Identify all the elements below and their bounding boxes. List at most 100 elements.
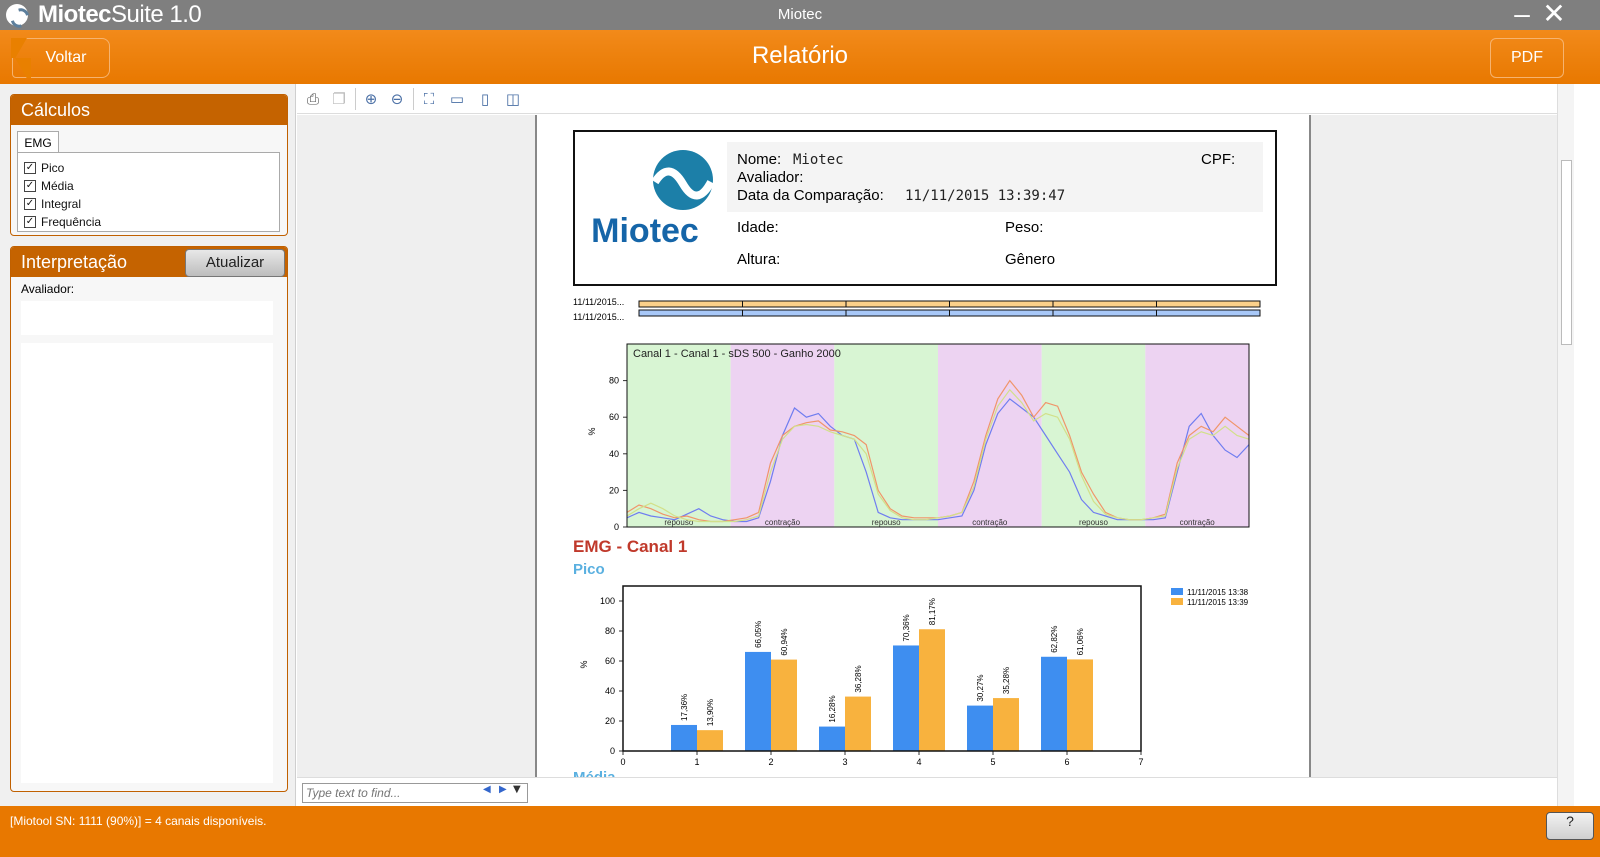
copy-icon[interactable]: ❐: [329, 89, 349, 109]
checkbox-label: Pico: [41, 161, 65, 175]
interpretacao-group: Interpretação Atualizar Avaliador:: [10, 246, 288, 792]
bar-value-label: 70,36%: [902, 614, 911, 641]
vertical-scrollbar[interactable]: [1557, 84, 1574, 806]
bar-value-label: 81,17%: [928, 598, 937, 625]
tab-emg[interactable]: EMG: [17, 131, 59, 153]
timeline-segment: [638, 300, 743, 308]
y-tick-label: 0: [614, 522, 619, 532]
section-title: EMG - Canal 1: [573, 537, 688, 556]
miotec-logo-icon: Miotec: [591, 150, 715, 250]
check-icon[interactable]: ✓: [24, 162, 36, 174]
timeline-segment: [1156, 300, 1261, 308]
check-icon[interactable]: ✓: [24, 180, 36, 192]
status-bar: [Miotool SN: 1111 (90%)] = 4 canais disp…: [0, 806, 1600, 857]
update-button[interactable]: Atualizar: [185, 249, 285, 277]
help-button[interactable]: ?: [1546, 812, 1594, 840]
bar: [967, 705, 993, 751]
find-input[interactable]: [302, 783, 528, 803]
bar: [819, 726, 845, 751]
interpretation-textarea[interactable]: [21, 343, 273, 783]
bar-value-label: 17,36%: [680, 694, 689, 721]
close-icon[interactable]: ✕: [1540, 0, 1568, 30]
y-tick-label: 20: [605, 716, 615, 726]
timeline-segment: [638, 309, 743, 317]
find-bar: ◀ ▶ ▼: [297, 777, 1557, 806]
sub-title-media: Média: [573, 769, 616, 777]
x-tick-label: 1: [694, 757, 699, 767]
timeline-label: 11/11/2015...: [573, 312, 625, 322]
fit-width-icon[interactable]: ▭: [447, 89, 467, 109]
x-tick-label: 6: [1064, 757, 1069, 767]
bar: [1067, 659, 1093, 751]
fit-page-icon[interactable]: ⛶: [419, 89, 439, 109]
calculos-options: ✓ Pico ✓ Média ✓ Integral ✓ Frequência: [17, 152, 280, 232]
y-axis-label: %: [579, 660, 589, 668]
timeline-label: 11/11/2015...: [573, 297, 625, 307]
legend-swatch: [1171, 588, 1183, 595]
legend-label: 11/11/2015 13:39: [1187, 598, 1249, 607]
timeline-bars: [638, 300, 1261, 317]
y-tick-label: 40: [605, 686, 615, 696]
legend-label: 11/11/2015 13:38: [1187, 588, 1249, 597]
bar: [893, 645, 919, 751]
y-tick-label: 20: [609, 485, 619, 495]
zoom-out-icon[interactable]: ⊖: [387, 89, 407, 109]
timeline-segment: [1052, 309, 1157, 317]
data-value: 11/11/2015 13:39:47: [905, 188, 1066, 204]
y-tick-label: 100: [600, 596, 615, 606]
x-tick-label: 0: [620, 757, 625, 767]
single-page-icon[interactable]: ▯: [475, 89, 495, 109]
bar: [671, 724, 697, 751]
x-tick-label: 2: [768, 757, 773, 767]
checkbox-media[interactable]: ✓ Média: [24, 177, 273, 195]
pico-bar-chart: 0 20 40 60 80 100 0 1 2 3 4 5 6 7% 17,36% 13,90% 66,05% 6…: [579, 585, 1249, 767]
chart-title: Canal 1 - Canal 1 - sDS 500 - Ganho 2000: [633, 348, 841, 360]
bar-value-label: 61,06%: [1076, 628, 1085, 655]
y-tick-label: 60: [605, 656, 615, 666]
phase-label: repouso: [1079, 518, 1108, 527]
find-next-icon[interactable]: ▶: [499, 784, 507, 795]
phase-band: [627, 344, 731, 527]
phase-label: contração: [1180, 518, 1216, 527]
print-icon[interactable]: ⎙: [303, 89, 323, 109]
timeline-segment: [949, 300, 1054, 308]
timeline-segment: [1052, 300, 1157, 308]
checkbox-integral[interactable]: ✓ Integral: [24, 195, 273, 213]
cpf-label: CPF:: [1201, 151, 1236, 168]
report-page: Miotec Nome: Miotec CPF: Avaliador: Data…: [535, 115, 1311, 777]
check-icon[interactable]: ✓: [24, 216, 36, 228]
zoom-in-icon[interactable]: ⊕: [361, 89, 381, 109]
two-page-icon[interactable]: ◫: [503, 89, 523, 109]
y-tick-label: 0: [610, 746, 615, 756]
phase-label: repouso: [664, 518, 693, 527]
find-options-icon[interactable]: ▼: [513, 784, 521, 795]
sub-title-pico: Pico: [573, 561, 605, 578]
bar-value-label: 66,05%: [754, 621, 763, 648]
checkbox-pico[interactable]: ✓ Pico: [24, 159, 273, 177]
timeline-segment: [845, 300, 950, 308]
window-title: Miotec: [777, 6, 823, 23]
bar-value-label: 16,28%: [828, 695, 837, 722]
idade-label: Idade:: [737, 219, 779, 236]
pdf-button[interactable]: PDF: [1490, 38, 1564, 78]
find-prev-icon[interactable]: ◀: [483, 784, 491, 795]
y-tick-label: 60: [609, 412, 619, 422]
avaliador-report-label: Avaliador:: [737, 169, 804, 186]
checkbox-frequencia[interactable]: ✓ Frequência: [24, 213, 273, 231]
y-tick-label: 80: [605, 626, 615, 636]
left-panel: Cálculos EMG ✓ Pico ✓ Média ✓ Integral ✓ Fre…: [0, 84, 296, 821]
bar-value-label: 62,82%: [1050, 626, 1059, 653]
legend-swatch: [1171, 598, 1183, 605]
bar-value-label: 30,27%: [976, 674, 985, 701]
minimize-icon[interactable]: –: [1508, 0, 1536, 30]
scroll-thumb[interactable]: [1561, 160, 1572, 345]
status-text: [Miotool SN: 1111 (90%)] = 4 canais disp…: [10, 814, 267, 828]
bar: [745, 651, 771, 751]
y-tick-label: 40: [609, 449, 619, 459]
timeline-segment: [845, 309, 950, 317]
viewer-toolbar: ⎙ ❐ ⊕ ⊖ ⛶ ▭ ▯ ◫: [297, 84, 1557, 114]
check-icon[interactable]: ✓: [24, 198, 36, 210]
phase-label: contração: [972, 518, 1008, 527]
timeline-segment: [949, 309, 1054, 317]
avaliador-input[interactable]: [21, 301, 273, 335]
